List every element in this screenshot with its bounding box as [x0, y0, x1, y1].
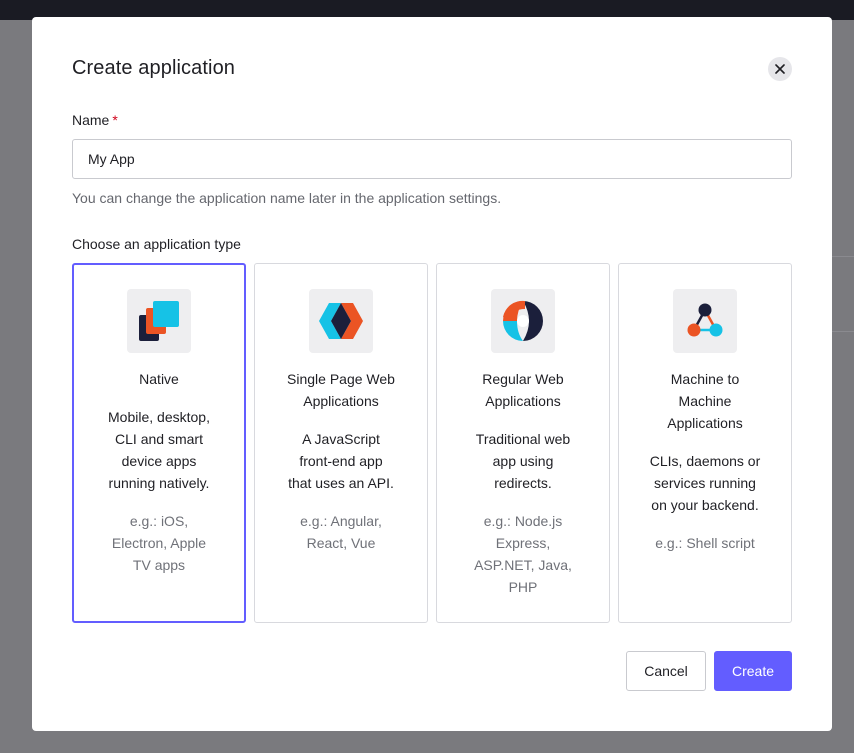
create-button[interactable]: Create [714, 651, 792, 691]
app-type-card-native[interactable]: Native Mobile, desktop, CLI and smart de… [72, 263, 246, 623]
app-type-card-regular-web[interactable]: Regular Web Applications Traditional web… [436, 263, 610, 623]
native-app-icon [127, 289, 191, 353]
name-label: Name * [72, 112, 118, 128]
card-title: Native [139, 371, 179, 387]
name-help-text: You can change the application name late… [72, 190, 502, 206]
app-type-label: Choose an application type [72, 236, 241, 252]
card-description: Traditional web app using redirects. [475, 431, 571, 491]
card-title: Single Page Web Applications [287, 371, 395, 409]
card-examples: e.g.: Shell script [655, 535, 755, 551]
create-application-dialog: Create application Name* You can change … [32, 17, 832, 731]
m2m-app-icon [673, 289, 737, 353]
card-examples: e.g.: Angular, React, Vue [300, 513, 382, 551]
name-input[interactable] [72, 139, 792, 179]
app-type-card-spa[interactable]: Single Page Web Applications A JavaScrip… [254, 263, 428, 623]
name-label-text: Name [72, 112, 110, 128]
card-title: Regular Web Applications [482, 371, 564, 409]
card-description: CLIs, daemons or services running on you… [649, 453, 761, 513]
card-description: Mobile, desktop, CLI and smart device ap… [108, 409, 210, 491]
close-icon [775, 64, 785, 74]
cancel-button[interactable]: Cancel [626, 651, 706, 691]
required-marker: * [112, 112, 118, 128]
spa-app-icon [309, 289, 373, 353]
card-examples: e.g.: iOS, Electron, Apple TV apps [111, 513, 207, 573]
app-type-options: Native Mobile, desktop, CLI and smart de… [72, 263, 792, 623]
dialog-title: Create application [72, 57, 236, 79]
card-description: A JavaScript front-end app that uses an … [288, 431, 394, 491]
card-examples: e.g.: Node.js Express, ASP.NET, Java, PH… [474, 513, 572, 595]
app-type-card-m2m[interactable]: Machine to Machine Applications CLIs, da… [618, 263, 792, 623]
regular-web-app-icon [491, 289, 555, 353]
card-title: Machine to Machine Applications [667, 371, 743, 431]
close-button[interactable] [768, 57, 792, 81]
